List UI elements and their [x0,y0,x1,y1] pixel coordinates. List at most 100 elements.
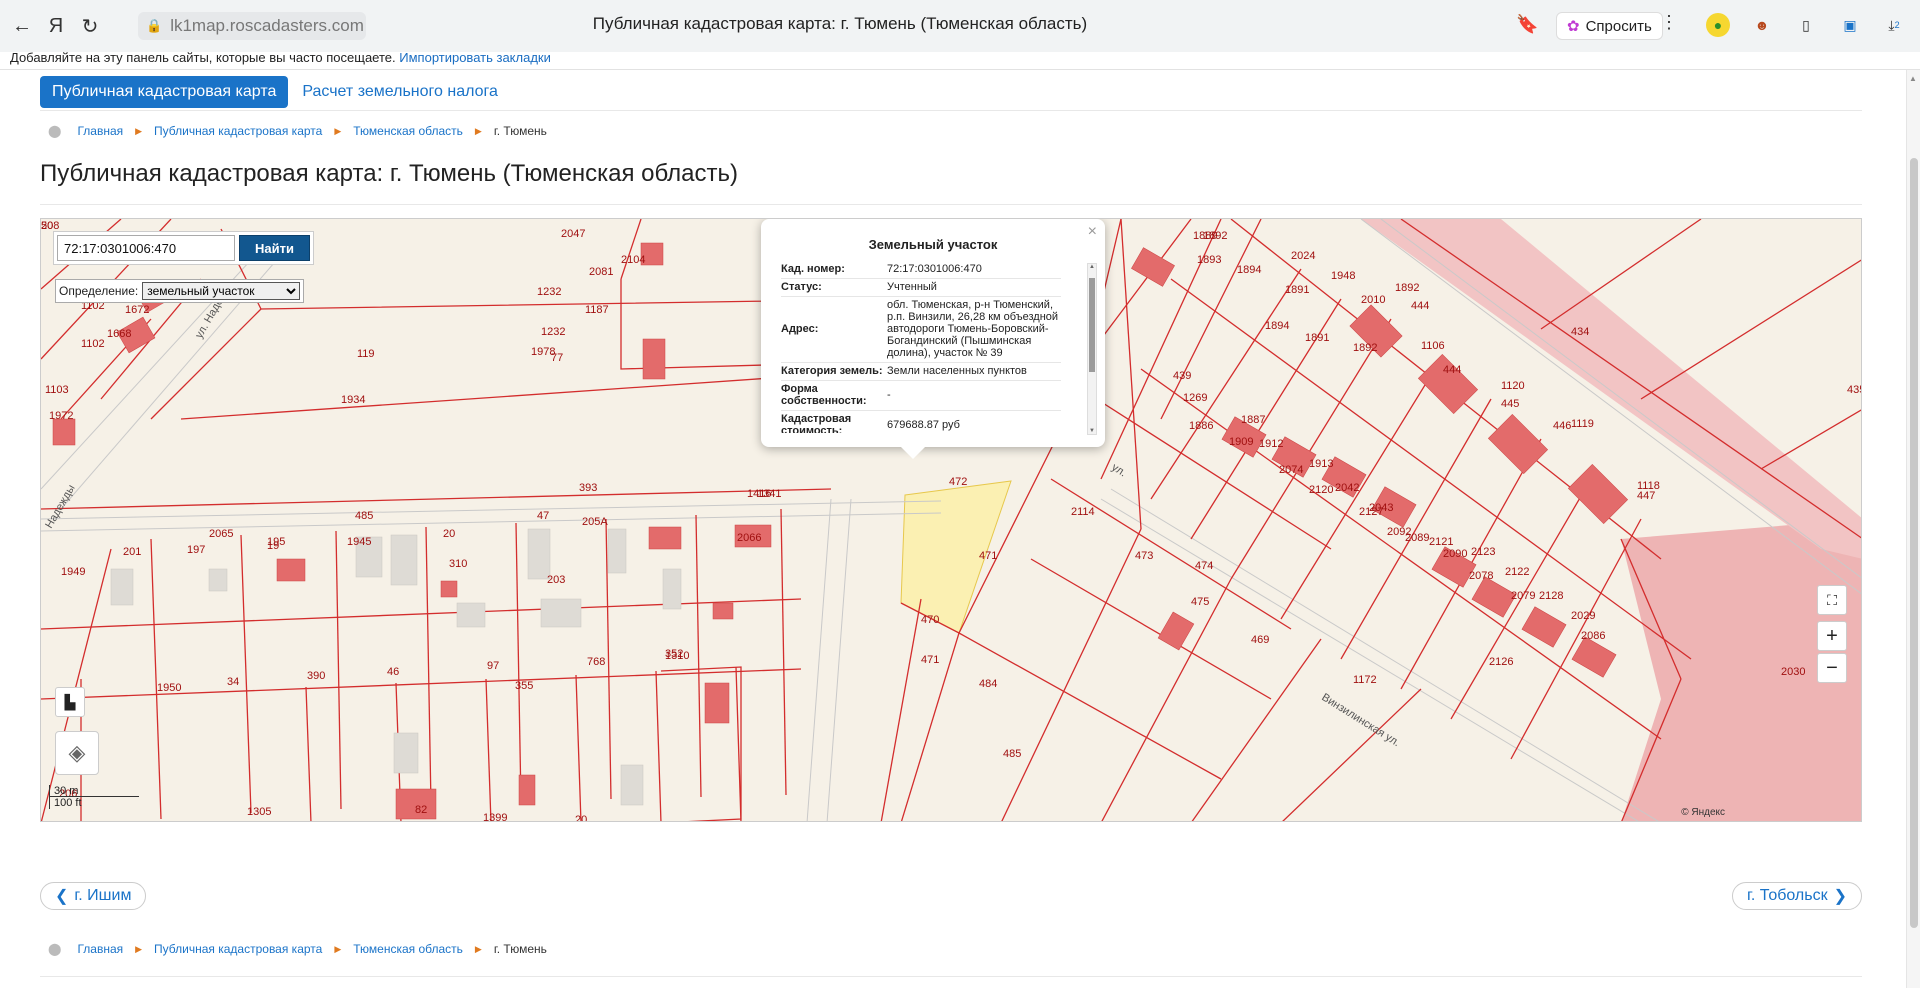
collections-icon[interactable]: ▯ [1794,13,1818,37]
popup-scroll-up-icon[interactable]: ▲ [1089,264,1095,270]
parcel-number-label: 1120 [1501,380,1525,392]
popup-value: Земли населенных пунктов [887,365,1027,377]
tab-cadastral-map[interactable]: Публичная кадастровая карта [40,76,289,108]
page-title: Публичная кадастровая карта: г. Тюмень (… [40,160,738,187]
popup-body: Кад. номер: 72:17:0301006:470 Статус: Учте… [781,261,1061,433]
page: Публичная кадастровая карта Расчет земел… [0,70,1906,988]
breadcrumb-home[interactable]: Главная [77,124,123,138]
parcel-number-label: 1172 [1353,674,1377,686]
breadcrumb-bottom: ⬤ Главная ▶ Публичная кадастровая карта … [48,942,547,956]
find-button[interactable]: Найти [239,235,310,261]
parcel-number-label: 444 [1443,364,1461,376]
parcel-number-label: 471 [979,550,997,562]
ruler-button[interactable]: ▙ [55,687,85,717]
fullscreen-button[interactable]: ⛶ [1817,585,1847,615]
parcel-number-label: 2029 [1571,610,1595,622]
popup-row: Адрес: обл. Тюменская, р-н Тюменский, р.п… [781,297,1061,363]
tab-land-tax[interactable]: Расчет земельного налога [302,83,498,101]
breadcrumb-home[interactable]: Главная [77,942,123,956]
parcel-number-label: 1934 [341,394,365,406]
parcel-number-label: 34 [227,676,239,688]
parcel-number-label: 1913 [1309,458,1333,470]
menu-dots-icon[interactable]: ⋮ [1660,12,1678,33]
import-bookmarks-link[interactable]: Импортировать закладки [399,50,551,65]
parcel-number-label: 2042 [1335,482,1359,494]
parcel-number-label: 485 [355,510,373,522]
parcel-number-label: 484 [979,678,997,690]
parcel-number-label: 1305 [247,806,271,818]
layers-button[interactable]: ◈ [55,731,99,775]
profile-icon[interactable]: ▣ [1838,13,1862,37]
breadcrumb-map[interactable]: Публичная кадастровая карта [154,124,322,138]
reload-icon[interactable]: ↻ [76,12,104,40]
ask-label: Спросить [1585,17,1652,35]
breadcrumb-region[interactable]: Тюменская область [353,124,463,138]
yandex-home-icon[interactable]: Я [42,12,70,40]
parcel-number-label: 82 [415,804,427,816]
back-icon[interactable]: ← [8,12,36,40]
cadastral-map[interactable]: 2047 2081 2104 1232 1187 1232 1978 77 119 1102 167… [40,218,1862,822]
address-bar[interactable]: 🔒 lk1map.roscadasters.com [138,12,366,40]
zoom-in-button[interactable]: + [1817,621,1847,651]
arrow-left-icon: ❮ [55,888,69,905]
bookmark-icon[interactable]: 🔖 [1516,14,1538,35]
breadcrumb-separator-icon: ▶ [135,125,143,136]
parcel-number-label: 352 [665,648,683,660]
parcel-number-label: 2123 [1471,546,1495,558]
prev-city-button[interactable]: ❮ г. Ишим [40,882,147,910]
scrollbar-thumb[interactable] [1910,158,1918,928]
popup-row: Кад. номер: 72:17:0301006:470 [781,261,1061,279]
definition-label: Определение: [59,284,139,298]
popup-row: Кадастровая стоимость: 679688.87 руб [781,411,1061,433]
breadcrumb-region[interactable]: Тюменская область [353,942,463,956]
popup-value: Учтенный [887,281,937,293]
parcel-number-label: 1892 [1203,230,1227,242]
parcel-number-label: 768 [587,656,605,668]
parcel-number-label: 1269 [1183,392,1207,404]
parcel-number-label: 390 [307,670,325,682]
popup-scrollbar-thumb[interactable] [1089,278,1095,372]
nav-tabs: Публичная кадастровая карта Расчет земел… [40,76,498,108]
ask-button[interactable]: ✿ Спросить [1556,12,1663,40]
parcel-number-label: 485 [1003,748,1021,760]
definition-select[interactable]: земельный участок [142,282,301,300]
parcel-number-label: 1103 [45,384,69,396]
avatar-icon[interactable]: ☻ [1750,13,1774,37]
parcel-number-label: 2086 [1581,630,1605,642]
downloads-badge: 2 [1894,20,1900,30]
extension-icon[interactable]: ● [1706,13,1730,37]
browser-chrome: ← Я ↻ 🔒 lk1map.roscadasters.com Публична… [0,0,1920,70]
popup-scrollbar[interactable]: ▲ ▼ [1087,263,1097,435]
popup-key: Адрес: [781,323,819,335]
parcel-number-label: 2043 [1369,502,1393,514]
breadcrumb-map[interactable]: Публичная кадастровая карта [154,942,322,956]
parcel-number-label: 1891 [1285,284,1309,296]
scroll-up-icon[interactable]: ▲ [1909,74,1917,83]
parcel-number-label: 1399 [483,812,507,822]
downloads-icon[interactable]: ⤓ 2 [1882,13,1906,37]
parcel-number-label: 19 [267,540,279,552]
breadcrumb: ⬤ Главная ▶ Публичная кадастровая карта … [48,124,547,138]
parcel-number-label: 203 [547,574,565,586]
parcel-number-label: 2120 [1309,484,1333,496]
parcel-number-label: 469 [1251,634,1269,646]
next-city-button[interactable]: г. Тобольск ❯ [1732,882,1862,910]
address-url: lk1map.roscadasters.com [170,16,364,35]
parcel-number-label: 20 [443,528,455,540]
zoom-out-button[interactable]: − [1817,653,1847,683]
parcel-number-label: 1892 [1353,342,1377,354]
parcel-number-label: 77 [551,352,563,364]
cadastral-number-input[interactable] [57,235,235,261]
location-pin-icon: ⬤ [48,124,62,138]
parcel-number-label: 2081 [589,266,613,278]
parcel-number-label: 1945 [347,536,371,548]
parcel-number-label: 1232 [537,286,561,298]
popup-scroll-down-icon[interactable]: ▼ [1089,428,1095,434]
parcel-number-label: 470 [921,614,939,626]
page-scrollbar[interactable]: ▲ [1906,70,1920,988]
scale-imperial: 100 ft [49,797,139,809]
parcel-number-label: 47 [537,510,549,522]
parcel-number-label: 197 [187,544,205,556]
divider [40,110,1862,111]
parcel-number-label: 2121 [1429,536,1453,548]
